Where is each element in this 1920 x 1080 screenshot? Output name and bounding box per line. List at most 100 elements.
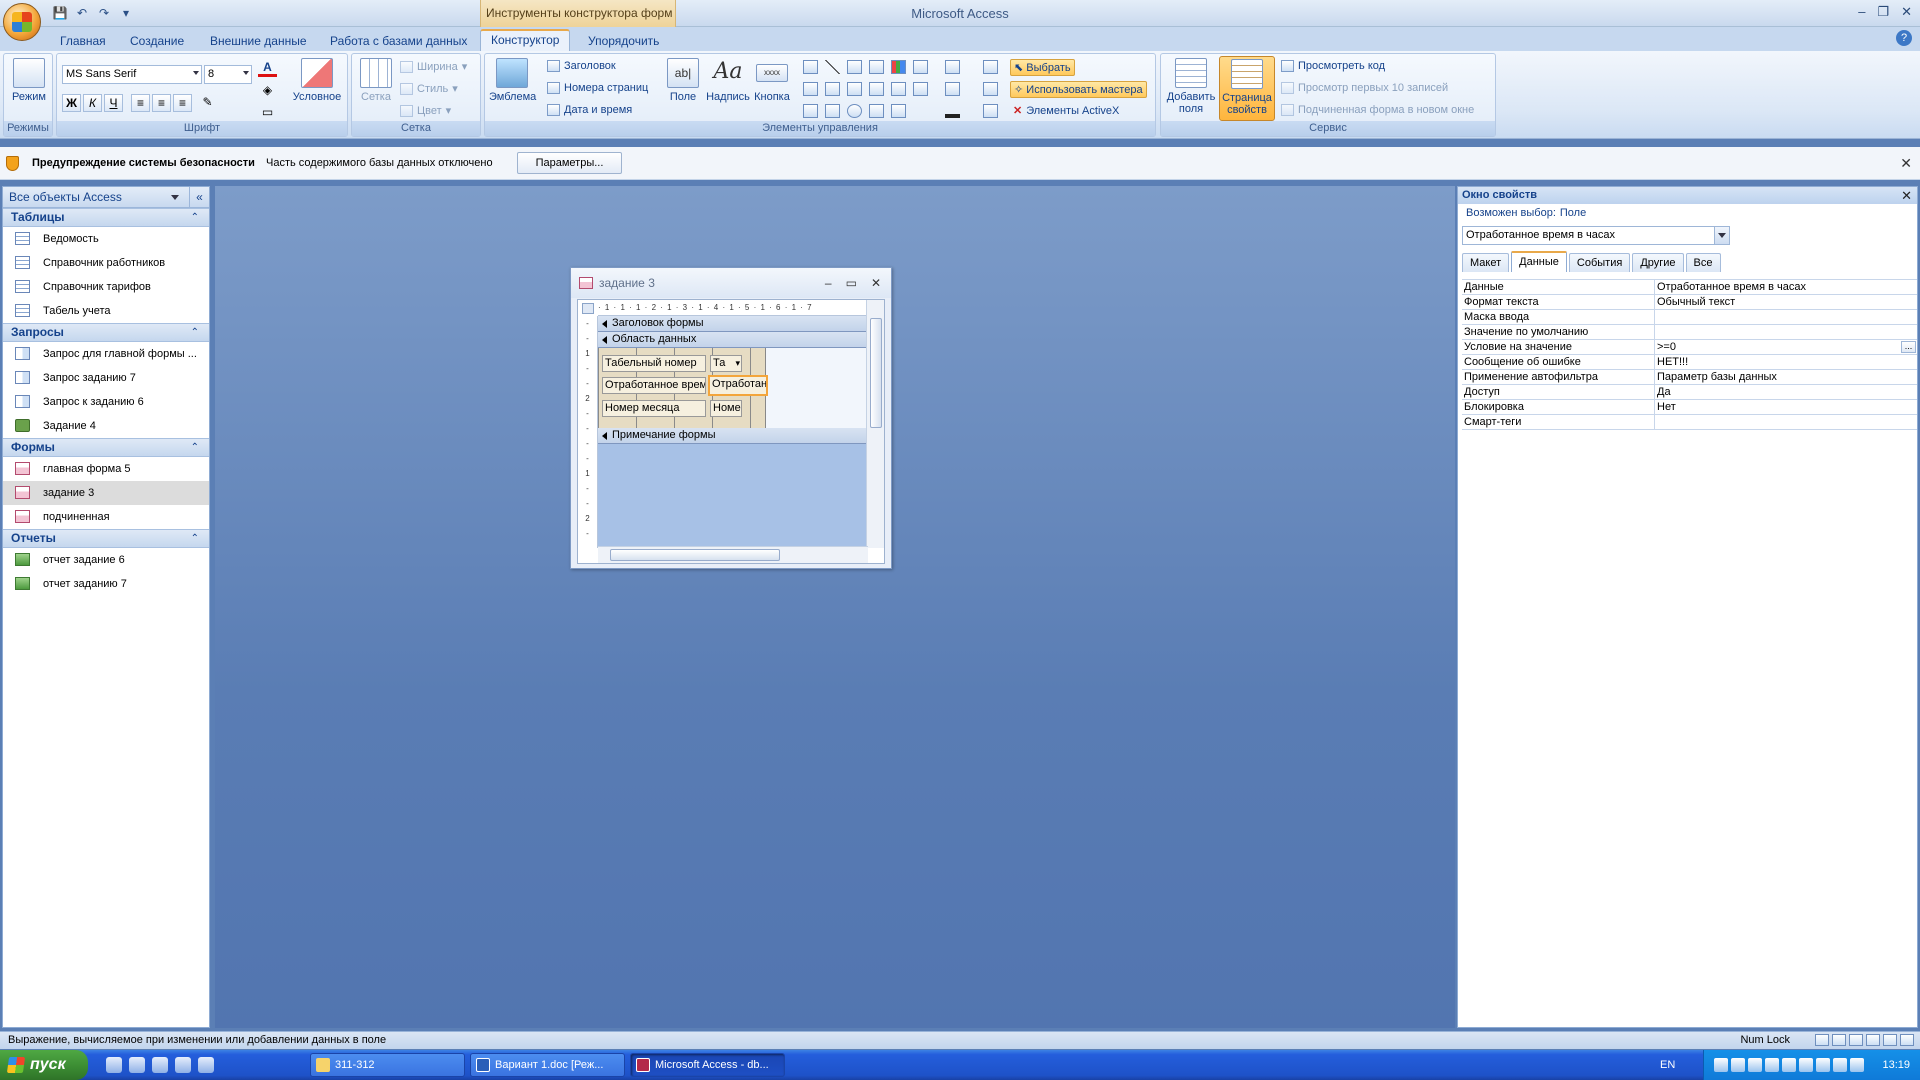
- textbox-month-number[interactable]: Номе: [710, 400, 742, 417]
- layout-view-icon[interactable]: [1883, 1034, 1897, 1046]
- shutter-bar-icon[interactable]: «: [189, 187, 209, 207]
- collapse-chevron-icon[interactable]: ⌃: [191, 209, 199, 226]
- quicklaunch-app-icon[interactable]: [175, 1057, 191, 1073]
- tab-control-icon[interactable]: [803, 60, 818, 74]
- nav-item-query[interactable]: Запрос для главной формы ...: [3, 342, 209, 366]
- rectangle-icon[interactable]: [825, 82, 840, 96]
- tray-icon[interactable]: [1816, 1058, 1830, 1072]
- customize-qat-icon[interactable]: ▾: [118, 6, 134, 20]
- align-center-button[interactable]: ≡: [152, 94, 171, 112]
- nav-group-header[interactable]: Запросы ⌃: [3, 323, 209, 342]
- chart-icon[interactable]: [891, 60, 906, 74]
- property-value[interactable]: НЕТ!!!: [1655, 355, 1917, 369]
- property-row[interactable]: Маска ввода: [1462, 310, 1917, 325]
- bound-object-icon[interactable]: [869, 104, 884, 118]
- font-size-combo[interactable]: 8: [204, 65, 252, 84]
- bold-button[interactable]: Ж: [62, 94, 81, 112]
- language-indicator[interactable]: EN: [1660, 1050, 1675, 1080]
- line-type-icon[interactable]: [983, 60, 998, 74]
- property-tab[interactable]: Данные: [1511, 251, 1567, 272]
- close-icon[interactable]: ✕: [1900, 155, 1912, 172]
- property-row[interactable]: Блокировка Нет: [1462, 400, 1917, 415]
- hyperlink-icon[interactable]: [869, 60, 884, 74]
- tab-arrange[interactable]: Упорядочить: [578, 31, 669, 51]
- underline-button[interactable]: Ч: [104, 94, 123, 112]
- command-button-button[interactable]: xxxx Кнопка: [751, 58, 793, 103]
- close-icon[interactable]: ✕: [1901, 4, 1912, 20]
- italic-button[interactable]: К: [83, 94, 102, 112]
- redo-icon[interactable]: ↷: [96, 6, 112, 20]
- page-numbers-button[interactable]: Номера страниц: [547, 82, 648, 94]
- close-icon[interactable]: ✕: [1901, 187, 1912, 204]
- expression-builder-button[interactable]: ...: [1901, 341, 1916, 353]
- horizontal-scrollbar[interactable]: [598, 546, 868, 563]
- section-form-header[interactable]: Заголовок формы: [598, 316, 866, 332]
- chevron-down-icon[interactable]: [1714, 227, 1729, 244]
- fill-color-icon[interactable]: ◈: [258, 82, 277, 100]
- nav-item-report[interactable]: отчет заданию 7: [3, 572, 209, 596]
- format-painter-icon[interactable]: ✎: [198, 94, 217, 112]
- collapse-chevron-icon[interactable]: ⌃: [191, 439, 199, 456]
- attachment-icon[interactable]: [891, 104, 906, 118]
- property-value[interactable]: [1655, 415, 1917, 429]
- nav-item-table[interactable]: Справочник работников: [3, 251, 209, 275]
- nav-item-table[interactable]: Справочник тарифов: [3, 275, 209, 299]
- nav-item-query[interactable]: Запрос заданию 7: [3, 366, 209, 390]
- conditional-format-button[interactable]: Условное: [289, 58, 345, 103]
- datasheet-view-icon[interactable]: [1832, 1034, 1846, 1046]
- property-value[interactable]: Обычный текст: [1655, 295, 1917, 309]
- tab-external-data[interactable]: Внешние данные: [200, 31, 317, 51]
- collapse-chevron-icon[interactable]: ⌃: [191, 530, 199, 547]
- nav-group-header[interactable]: Таблицы ⌃: [3, 208, 209, 227]
- tray-icon[interactable]: [1782, 1058, 1796, 1072]
- tab-database-tools[interactable]: Работа с базами данных: [320, 31, 477, 51]
- property-row[interactable]: Значение по умолчанию: [1462, 325, 1917, 340]
- property-value[interactable]: Отработанное время в часах: [1655, 280, 1917, 294]
- tray-icon[interactable]: [1850, 1058, 1864, 1072]
- nav-item-query[interactable]: Запрос к заданию 6: [3, 390, 209, 414]
- line-color-icon[interactable]: ▭: [258, 104, 277, 122]
- line-color-pen-icon[interactable]: [945, 104, 960, 118]
- tab-design[interactable]: Конструктор: [480, 29, 571, 52]
- nav-item-report[interactable]: отчет задание 6: [3, 548, 209, 572]
- start-button[interactable]: пуск: [0, 1050, 88, 1080]
- set-control-defaults-icon[interactable]: [983, 104, 998, 118]
- task-word[interactable]: Вариант 1.doc [Реж...: [470, 1053, 625, 1077]
- align-right-button[interactable]: ≡: [173, 94, 192, 112]
- property-tab[interactable]: События: [1568, 253, 1631, 272]
- font-color-icon[interactable]: A: [258, 59, 277, 77]
- gridlines-button[interactable]: Сетка: [356, 58, 396, 103]
- option-group-icon[interactable]: [803, 82, 818, 96]
- property-row[interactable]: Применение автофильтра Параметр базы данн…: [1462, 370, 1917, 385]
- object-selector-combo[interactable]: Отработанное время в часах: [1462, 226, 1730, 245]
- view-mode-button[interactable]: Режим: [10, 58, 48, 103]
- tab-create[interactable]: Создание: [120, 31, 194, 51]
- property-value[interactable]: Нет: [1655, 400, 1917, 414]
- property-tab[interactable]: Все: [1685, 253, 1721, 272]
- list-box-icon[interactable]: [803, 104, 818, 118]
- logo-button[interactable]: Эмблема: [489, 58, 536, 103]
- tray-icon[interactable]: [1714, 1058, 1728, 1072]
- label-worked-time[interactable]: Отработанное врем: [602, 377, 706, 394]
- font-face-combo[interactable]: MS Sans Serif: [62, 65, 202, 84]
- property-value[interactable]: [1655, 325, 1917, 339]
- quicklaunch-app-icon[interactable]: [106, 1057, 122, 1073]
- minimize-icon[interactable]: –: [825, 268, 832, 298]
- grid-style-button[interactable]: Стиль ▾: [400, 82, 458, 95]
- image-icon[interactable]: [891, 82, 906, 96]
- use-wizards-button[interactable]: ✧ Использовать мастера: [1010, 81, 1147, 98]
- form-view-icon[interactable]: [1815, 1034, 1829, 1046]
- property-row[interactable]: Условие на значение >=0...: [1462, 340, 1917, 355]
- textbox-worked-time[interactable]: Отработанн: [708, 375, 768, 396]
- tab-home[interactable]: Главная: [50, 31, 116, 51]
- combo-box-icon[interactable]: [869, 82, 884, 96]
- view-code-button[interactable]: Просмотреть код: [1281, 60, 1385, 72]
- property-row[interactable]: Сообщение об ошибке НЕТ!!!: [1462, 355, 1917, 370]
- grid-width-button[interactable]: Ширина ▾: [400, 60, 467, 73]
- vertical-scrollbar[interactable]: [866, 300, 884, 548]
- property-value[interactable]: >=0: [1655, 340, 1917, 354]
- property-wand-icon[interactable]: [983, 82, 998, 96]
- form-selector[interactable]: [582, 303, 594, 314]
- view-top10-button[interactable]: Просмотр первых 10 записей: [1281, 82, 1448, 94]
- field-button[interactable]: ab| Поле: [665, 58, 701, 103]
